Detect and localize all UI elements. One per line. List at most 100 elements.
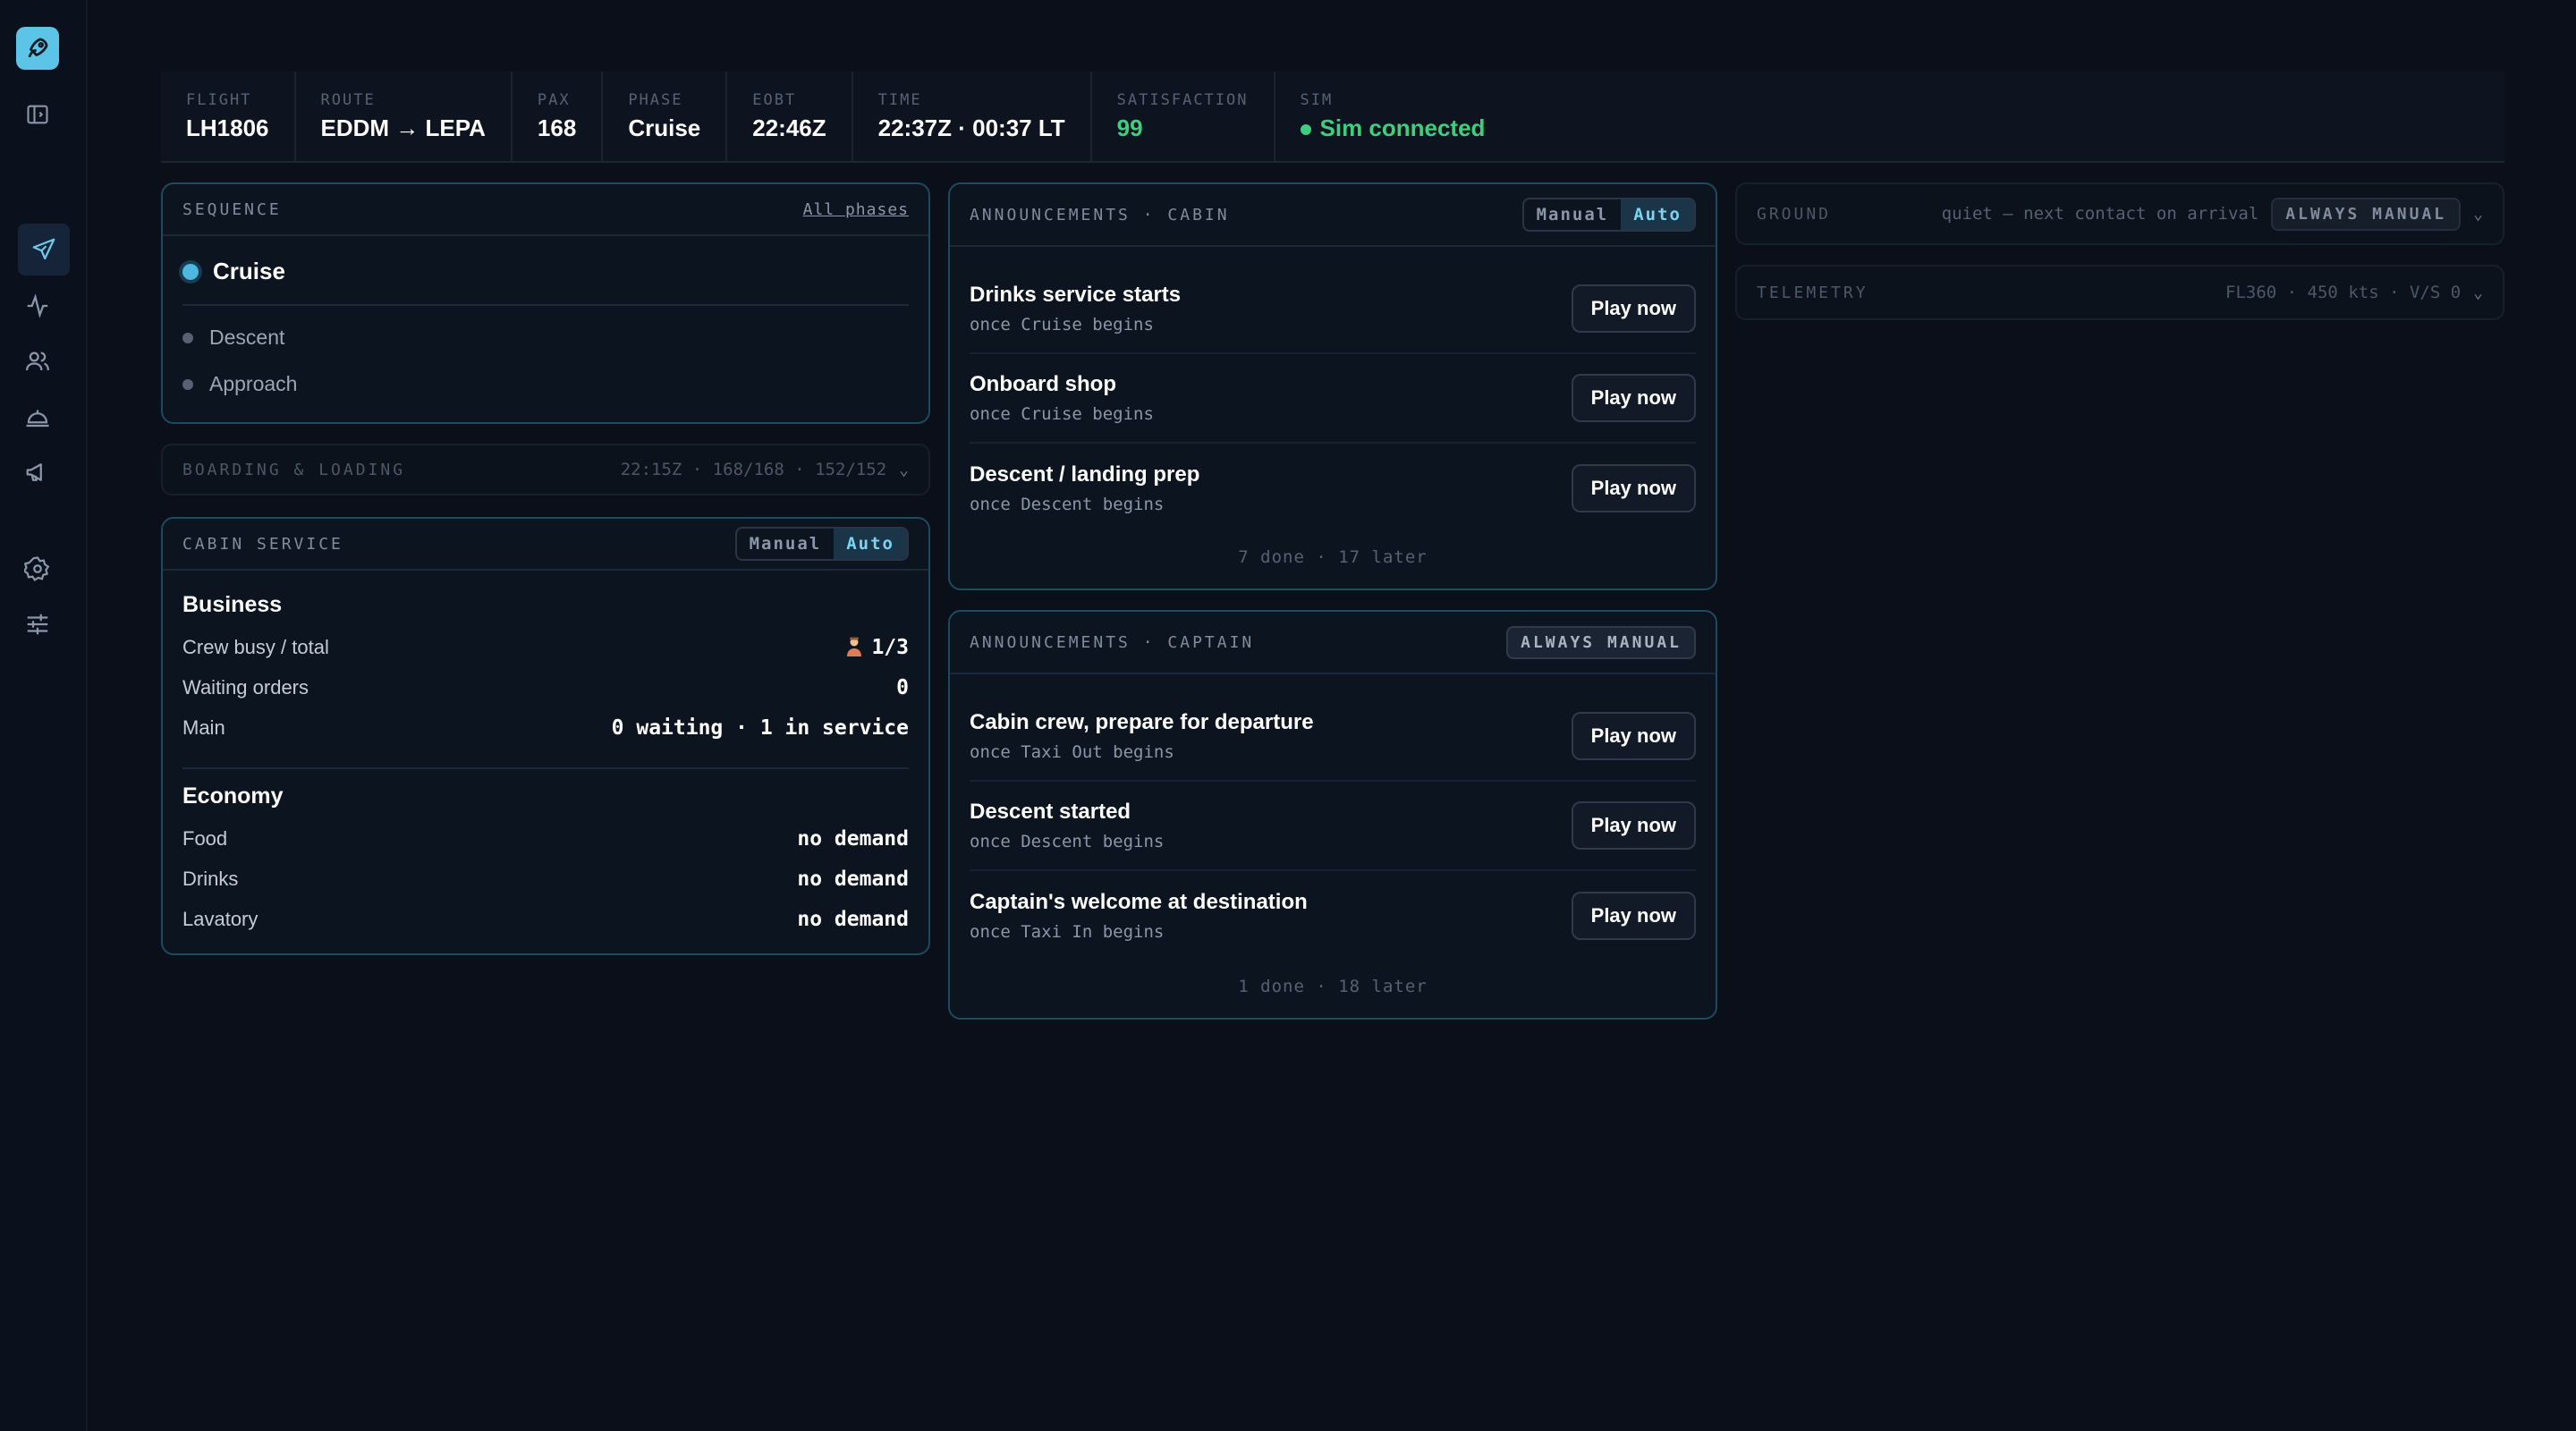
service-row: Drinks no demand — [182, 859, 909, 899]
telemetry-row[interactable]: TELEMETRY FL360 · 450 kts · V/S 0 ⌄ — [1735, 265, 2504, 320]
announcement-title: Cabin crew, prepare for departure — [970, 710, 1314, 734]
announcement-title: Onboard shop — [970, 372, 1116, 396]
announcements-cabin-mode-toggle: Manual Auto — [1521, 198, 1696, 232]
row-key: Main — [182, 716, 225, 739]
play-now-button[interactable]: Play now — [1571, 374, 1696, 422]
sim-connected-dot — [1300, 123, 1311, 135]
business-heading: Business — [182, 592, 283, 617]
current-phase: Cruise — [182, 258, 285, 285]
current-phase-dot — [182, 263, 199, 280]
economy-section: Economy Food no demand Drinks no demand … — [182, 783, 909, 939]
stat-value: EDDM → LEPA — [320, 114, 486, 141]
telemetry-meta-text: FL360 · 450 kts · V/S 0 — [2225, 283, 2462, 302]
row-key: Crew busy / total — [182, 635, 329, 658]
announcement-title: Drinks service starts — [970, 283, 1182, 307]
service-row: Waiting orders 0 — [182, 667, 909, 707]
announcement-item: Onboard shop once Cruise begins Play now — [970, 354, 1696, 444]
play-now-button[interactable]: Play now — [1571, 801, 1696, 850]
stat-phase: PHASE Cruise — [603, 72, 728, 161]
business-section: Business Crew busy / total 1/3 Waiting o… — [182, 592, 909, 748]
announcement-text: Drinks service starts once Cruise begins — [970, 283, 1181, 334]
stat-label: SATISFACTION — [1116, 90, 1249, 109]
service-bell-icon[interactable] — [20, 399, 55, 435]
phase-label: Approach — [209, 372, 298, 395]
announcements-captain-header: ANNOUNCEMENTS · CAPTAIN ALWAYS MANUAL — [950, 612, 1716, 674]
rocket-logo-icon[interactable] — [16, 27, 59, 70]
ground-row[interactable]: GROUND quiet — next contact on arrival A… — [1735, 182, 2504, 245]
sliders-icon[interactable] — [20, 606, 55, 642]
sim-status-text: Sim connected — [1319, 114, 1486, 141]
sequence-title: SEQUENCE — [182, 199, 282, 219]
chevron-down-icon[interactable]: ⌄ — [2473, 284, 2483, 302]
announcement-item: Drinks service starts once Cruise begins… — [970, 265, 1696, 354]
stat-label: EOBT — [752, 90, 797, 109]
boarding-loading-row[interactable]: BOARDING & LOADING 22:15Z · 168/168 · 15… — [161, 444, 930, 495]
announcements-captain-title: ANNOUNCEMENTS · CAPTAIN — [970, 632, 1255, 652]
stat-label: PHASE — [628, 90, 683, 109]
announcements-cabin-title: ANNOUNCEMENTS · CABIN — [970, 205, 1230, 224]
sequence-header: SEQUENCE All phases — [163, 184, 928, 236]
announcement-text: Onboard shop once Cruise begins — [970, 372, 1154, 424]
sequence-card: SEQUENCE All phases Cruise Descent Appro… — [161, 182, 930, 424]
stat-pax: PAX 168 — [513, 72, 604, 161]
divider — [182, 304, 909, 306]
sim-status: Sim connected — [1300, 114, 1486, 142]
boarding-label: BOARDING & LOADING — [182, 460, 406, 479]
ground-meta: quiet — next contact on arrival ALWAYS M… — [1941, 197, 2483, 231]
boarding-meta-text: 22:15Z · 168/168 · 152/152 — [620, 460, 887, 479]
manual-option[interactable]: Manual — [1524, 199, 1622, 230]
row-key: Waiting orders — [182, 675, 309, 699]
announcement-trigger: once Descent begins — [970, 495, 1165, 514]
play-now-button[interactable]: Play now — [1571, 284, 1696, 333]
stat-value: 168 — [537, 114, 577, 141]
chevron-down-icon[interactable]: ⌄ — [899, 461, 909, 479]
announcement-title: Captain's welcome at destination — [970, 890, 1308, 914]
stat-value: 22:46Z — [752, 114, 826, 141]
row-key: Food — [182, 826, 228, 850]
stat-label: FLIGHT — [186, 90, 252, 109]
announcements-cabin-header: ANNOUNCEMENTS · CABIN Manual Auto — [950, 184, 1716, 247]
boarding-meta: 22:15Z · 168/168 · 152/152 ⌄ — [621, 460, 909, 479]
row-value: 0 — [896, 675, 909, 699]
row-key: Drinks — [182, 867, 239, 890]
row-value: no demand — [797, 826, 909, 851]
activity-icon[interactable] — [20, 288, 55, 324]
stat-label: TIME — [877, 90, 922, 109]
play-now-button[interactable]: Play now — [1571, 712, 1696, 760]
settings-gear-icon[interactable] — [20, 551, 55, 587]
phase-label: Descent — [209, 326, 285, 349]
divider — [182, 767, 909, 769]
auto-option[interactable]: Auto — [834, 529, 907, 559]
megaphone-icon[interactable] — [20, 454, 55, 490]
flight-status-bar: FLIGHT LH1806 ROUTE EDDM → LEPA PAX 168 … — [161, 72, 2504, 163]
cabin-service-card: CABIN SERVICE Manual Auto Business Crew … — [161, 517, 930, 955]
announcement-item: Cabin crew, prepare for departure once T… — [970, 692, 1696, 782]
all-phases-link[interactable]: All phases — [803, 200, 909, 219]
announcements-cabin-summary: 7 done · 17 later — [1238, 547, 1428, 567]
stat-flight: FLIGHT LH1806 — [161, 72, 296, 161]
announcement-trigger: once Descent begins — [970, 832, 1165, 851]
manual-option[interactable]: Manual — [737, 529, 835, 559]
play-now-button[interactable]: Play now — [1571, 892, 1696, 940]
announcements-captain-summary: 1 done · 18 later — [1238, 977, 1428, 996]
stat-route: ROUTE EDDM → LEPA — [296, 72, 513, 161]
panel-toggle-icon[interactable] — [20, 97, 55, 132]
announcement-title: Descent / landing prep — [970, 462, 1200, 487]
auto-option[interactable]: Auto — [1621, 199, 1694, 230]
ground-note: quiet — next contact on arrival — [1941, 204, 2259, 224]
flight-nav-icon[interactable] — [18, 224, 70, 275]
always-manual-badge: ALWAYS MANUAL — [2271, 197, 2462, 231]
announcement-title: Descent started — [970, 800, 1131, 824]
play-now-button[interactable]: Play now — [1571, 464, 1696, 512]
announcement-trigger: once Taxi In begins — [970, 922, 1165, 942]
row-value: 0 waiting · 1 in service — [611, 716, 909, 740]
chevron-down-icon[interactable]: ⌄ — [2473, 205, 2483, 224]
passengers-icon[interactable] — [20, 343, 55, 379]
telemetry-label: TELEMETRY — [1757, 283, 1868, 302]
announcement-item: Descent / landing prep once Descent begi… — [970, 444, 1696, 533]
ground-label: GROUND — [1757, 204, 1832, 224]
stat-time: TIME 22:37Z · 00:37 LT — [853, 72, 1092, 161]
announcement-trigger: once Cruise begins — [970, 404, 1154, 424]
announcement-text: Captain's welcome at destination once Ta… — [970, 890, 1308, 942]
always-manual-badge: ALWAYS MANUAL — [1506, 625, 1696, 659]
